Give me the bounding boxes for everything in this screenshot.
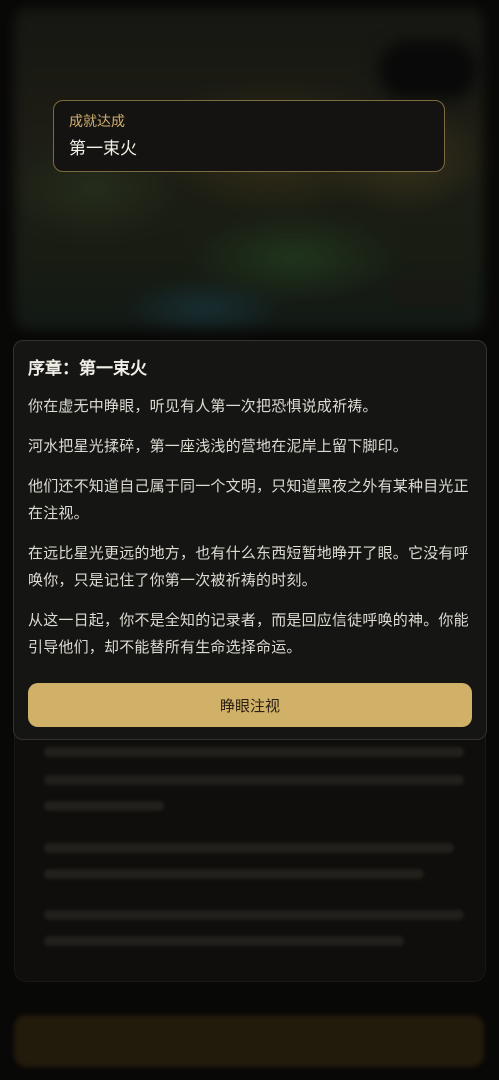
achievement-label: 成就达成 <box>69 114 125 130</box>
achievement-toast: 成就达成 第一束火 <box>53 100 445 172</box>
achievement-title: 第一束火 <box>69 139 137 159</box>
story-paragraph: 河水把星光揉碎，第一座浅浅的营地在泥岸上留下脚印。 <box>28 437 409 455</box>
story-paragraph: 从这一日起，你不是全知的记录者，而是回应信徒呼唤的神。你能引导他们，却不能替所有… <box>28 611 469 656</box>
dialog-title: 序章：第一束火 <box>28 359 147 379</box>
story-paragraph: 他们还不知道自己属于同一个文明，只知道黑夜之外有某种目光正在注视。 <box>28 477 469 522</box>
story-paragraph: 在远比星光更远的地方，也有什么东西短暂地睁开了眼。它没有呼唤你，只是记住了你第一… <box>28 544 469 589</box>
open-eyes-button[interactable]: 睁眼注视 <box>28 683 472 727</box>
story-paragraph: 你在虚无中睁眼，听见有人第一次把恐惧说成祈祷。 <box>28 397 378 415</box>
story-dialog: 序章：第一束火 你在虚无中睁眼，听见有人第一次把恐惧说成祈祷。 河水把星光揉碎，… <box>13 340 487 740</box>
